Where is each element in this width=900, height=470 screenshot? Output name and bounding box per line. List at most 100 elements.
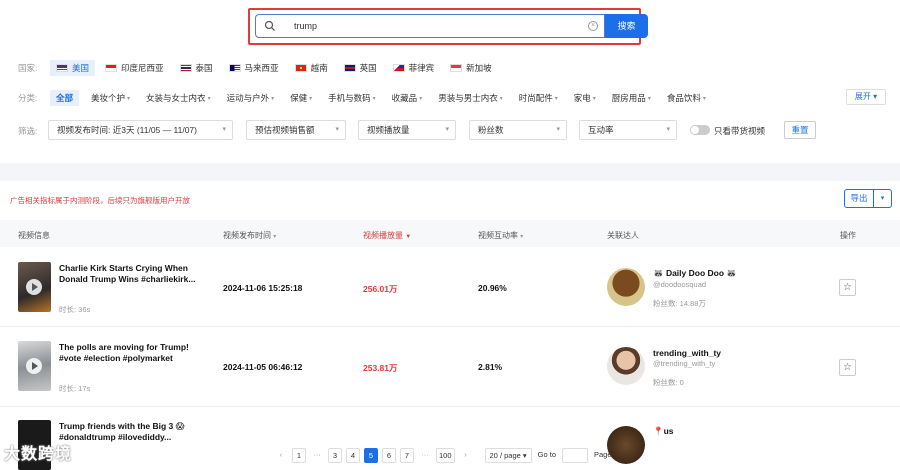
export-button[interactable]: 导出 ▾ [844, 189, 892, 208]
sort-icon: ▾ [520, 234, 524, 240]
avatar[interactable] [607, 268, 645, 306]
favorite-star-icon[interactable]: ☆ [839, 359, 856, 376]
category-item[interactable]: 男装与男士内衣 ▾ [438, 92, 503, 104]
chevron-down-icon[interactable]: ▾ [874, 190, 891, 207]
video-thumbnail[interactable] [18, 341, 51, 391]
ellipsis-icon[interactable]: ··· [418, 448, 432, 463]
country-ph[interactable]: 菲律宾 [387, 60, 441, 76]
col-engagement[interactable]: 视频互动率 ▾ [478, 230, 523, 241]
watermark: 大数跨境 [4, 446, 73, 463]
search-input[interactable]: trump × [255, 14, 605, 38]
page-4[interactable]: 4 [346, 448, 360, 463]
country-id[interactable]: 印度尼西亚 [99, 60, 170, 76]
sort-icon: ▾ [273, 234, 277, 240]
engagement-select[interactable]: 互动率 ▾ [579, 120, 677, 140]
chevron-down-icon: ▾ [335, 126, 339, 133]
category-item[interactable]: 手机与数码 ▾ [328, 92, 376, 104]
category-label: 分类: [18, 93, 38, 103]
engagement-rate: 20.96% [478, 283, 507, 293]
video-title[interactable]: Charlie Kirk Starts Crying When Donald T… [59, 263, 204, 285]
col-action: 操作 [840, 231, 856, 240]
chevron-down-icon: ▾ [372, 95, 376, 102]
category-item[interactable]: 家电 ▾ [574, 92, 596, 104]
clear-icon[interactable]: × [588, 21, 598, 31]
chevron-down-icon: ▾ [499, 95, 503, 102]
creator-name[interactable]: 📍us [653, 426, 674, 437]
export-label: 导出 [845, 190, 874, 207]
category-item[interactable]: 运动与户外 ▾ [227, 92, 275, 104]
category-item[interactable]: 食品饮料 ▾ [667, 92, 706, 104]
table-row[interactable] [0, 247, 900, 327]
video-thumbnail[interactable] [18, 262, 51, 312]
views-select[interactable]: 视频播放量 ▾ [358, 120, 456, 140]
video-title[interactable]: The polls are moving for Trump! #vote #e… [59, 342, 204, 364]
gb-flag-icon [343, 64, 356, 72]
category-item[interactable]: 时尚配件 ▾ [519, 92, 558, 104]
prev-page-icon[interactable]: ‹ [274, 448, 288, 463]
sort-desc-icon: ▼ [405, 234, 412, 240]
publish-time-select[interactable]: 视频发布时间: 近3天 (11/05 — 11/07) ▾ [48, 120, 233, 140]
chevron-down-icon: ▾ [271, 95, 275, 102]
page-1[interactable]: 1 [292, 448, 306, 463]
page-7[interactable]: 7 [400, 448, 414, 463]
country-my[interactable]: 马来西亚 [223, 60, 285, 76]
page-3[interactable]: 3 [328, 448, 342, 463]
sg-flag-icon [450, 64, 463, 72]
category-all[interactable]: 全部 [50, 90, 80, 106]
creator-handle: @trending_with_ty [653, 359, 716, 368]
col-video-info: 视频信息 [18, 231, 50, 240]
goto-input[interactable] [562, 448, 588, 463]
col-publish-time[interactable]: 视频发布时间 ▾ [223, 230, 276, 241]
chevron-down-icon: ▾ [873, 92, 878, 101]
category-row: 分类: 全部 美妆个护 ▾ 女装与女士内衣 ▾ 运动与户外 ▾ 保健 ▾ 手机与数码 ▾ … [18, 90, 722, 106]
creator-name[interactable]: 🦝 Daily Doo Doo 🦝 [653, 268, 737, 279]
video-title[interactable]: Trump friends with the Big 3 😱 #donaldtr… [59, 421, 204, 443]
expand-button[interactable]: 展开 ▾ [846, 89, 886, 105]
video-duration: 时长: 17s [59, 384, 91, 393]
my-flag-icon [228, 64, 241, 72]
chevron-down-icon: ▾ [556, 126, 560, 133]
page-size-select[interactable]: 20 / page ▾ [484, 448, 532, 463]
country-th[interactable]: 泰国 [174, 60, 219, 76]
creator-name[interactable]: trending_with_ty [653, 348, 721, 358]
page-5[interactable]: 5 [364, 448, 378, 463]
chevron-down-icon: ▾ [702, 95, 706, 102]
search-value: trump [294, 21, 318, 31]
ellipsis-icon[interactable]: ··· [310, 448, 324, 463]
search-button[interactable]: 搜索 [605, 14, 648, 38]
category-item[interactable]: 厨房用品 ▾ [612, 92, 651, 104]
ph-flag-icon [392, 64, 405, 72]
vn-flag-icon [294, 64, 307, 72]
goods-only-label: 只看带货视频 [714, 126, 766, 136]
chevron-down-icon: ▾ [419, 95, 423, 102]
next-page-icon[interactable]: › [459, 448, 473, 463]
page-100[interactable]: 100 [436, 448, 455, 463]
creator-fans: 粉丝数: 0 [653, 378, 684, 387]
avatar[interactable] [607, 347, 645, 385]
category-item[interactable]: 美妆个护 ▾ [91, 92, 130, 104]
page-6[interactable]: 6 [382, 448, 396, 463]
sales-select[interactable]: 预估视频销售额 ▾ [246, 120, 346, 140]
category-item[interactable]: 女装与女士内衣 ▾ [146, 92, 211, 104]
country-row: 国家: 美国 印度尼西亚 泰国 马来西亚 越南 英国 菲律宾 新加坡 [18, 60, 502, 76]
reset-button[interactable]: 重置 [784, 121, 816, 139]
goto-label: Go to [537, 450, 556, 459]
play-icon [26, 279, 42, 295]
filter-label: 筛选: [18, 126, 38, 136]
col-creator: 关联达人 [607, 231, 639, 240]
category-item[interactable]: 收藏品 ▾ [392, 92, 423, 104]
country-gb[interactable]: 英国 [338, 60, 383, 76]
fans-select[interactable]: 粉丝数 ▾ [469, 120, 567, 140]
table-row[interactable] [0, 327, 900, 407]
pagination: ‹ 1 ··· 3 4 5 6 7 ··· 100 › 20 / page ▾ … [274, 448, 614, 463]
favorite-star-icon[interactable]: ☆ [839, 279, 856, 296]
country-us[interactable]: 美国 [50, 60, 96, 76]
chevron-down-icon: ▾ [445, 126, 449, 133]
col-views[interactable]: 视频播放量 ▼ [363, 230, 411, 241]
search-icon [264, 20, 275, 31]
goods-only-toggle[interactable] [690, 125, 710, 135]
country-sg[interactable]: 新加坡 [444, 60, 498, 76]
section-divider [0, 163, 900, 181]
category-item[interactable]: 保健 ▾ [290, 92, 312, 104]
country-vn[interactable]: 越南 [289, 60, 334, 76]
